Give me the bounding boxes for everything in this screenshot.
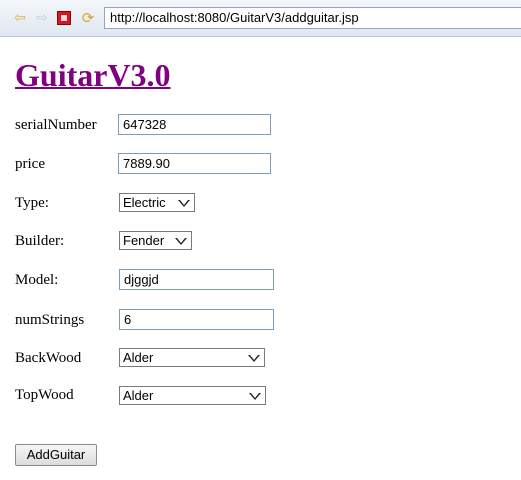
builder-select-value: Fender [123, 233, 165, 248]
page-title: GuitarV3.0 [15, 55, 171, 95]
top-wood-select-value: Alder [123, 388, 154, 403]
serial-number-label: serialNumber [15, 117, 97, 133]
add-guitar-button[interactable]: AddGuitar [15, 444, 97, 466]
builder-label: Builder: [15, 233, 65, 249]
builder-select[interactable]: Fender [119, 231, 192, 250]
back-wood-label: BackWood [15, 350, 82, 366]
type-label: Type: [15, 195, 49, 211]
forward-arrow-icon[interactable]: ⇨ [34, 10, 50, 26]
model-input[interactable]: djggjd [119, 269, 274, 290]
num-strings-input[interactable]: 6 [119, 309, 274, 330]
price-label: price [15, 156, 45, 172]
back-wood-select[interactable]: Alder [119, 348, 265, 367]
back-arrow-icon[interactable]: ⇦ [12, 10, 28, 26]
stop-icon[interactable] [57, 11, 71, 25]
address-bar[interactable]: http://localhost:8080/GuitarV3/addguitar… [104, 7, 521, 29]
serial-number-input[interactable]: 647328 [118, 114, 271, 135]
refresh-icon[interactable]: ⟳ [80, 10, 96, 26]
back-wood-select-value: Alder [123, 350, 154, 365]
title-link[interactable]: GuitarV3.0 [15, 57, 171, 93]
type-select-value: Electric [123, 195, 166, 210]
top-wood-select[interactable]: Alder [119, 386, 266, 405]
model-label: Model: [15, 272, 59, 288]
type-select[interactable]: Electric [119, 193, 195, 212]
price-input[interactable]: 7889.90 [118, 153, 271, 174]
browser-toolbar: ⇦ ⇨ ⟳ http://localhost:8080/GuitarV3/add… [0, 0, 521, 37]
num-strings-label: numStrings [15, 312, 85, 328]
chevron-down-icon [249, 393, 261, 400]
chevron-down-icon [178, 200, 190, 207]
top-wood-label: TopWood [15, 387, 74, 403]
chevron-down-icon [175, 238, 187, 245]
chevron-down-icon [248, 355, 260, 362]
